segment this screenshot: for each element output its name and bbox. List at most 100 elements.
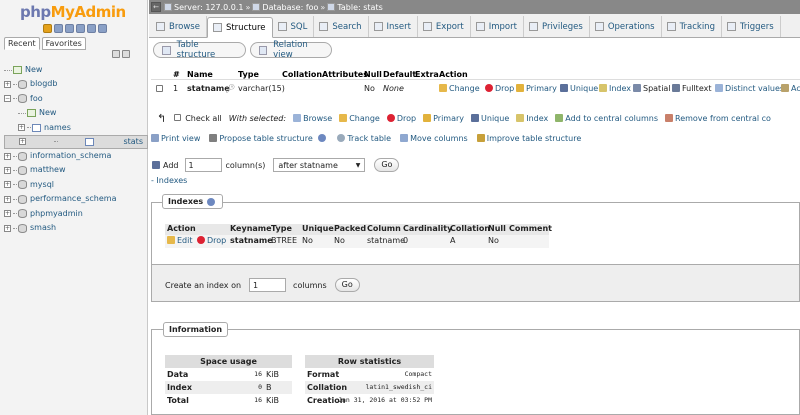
create-index-go-button[interactable]: Go	[334, 278, 360, 292]
tree-database-foo[interactable]: − foo	[4, 92, 148, 106]
collapse-icon[interactable]: −	[4, 95, 11, 103]
expand-icon[interactable]: +	[19, 138, 26, 146]
bulk-browse-button[interactable]: Browse	[293, 113, 332, 123]
tree-database-mysql[interactable]: + mysql	[4, 178, 148, 192]
idx-col-packed: Packed	[334, 224, 367, 233]
breadcrumb-separator: »	[320, 2, 326, 12]
table-structure-subtab[interactable]: Table structure	[153, 40, 246, 60]
index-drop-link[interactable]: Drop	[197, 236, 226, 245]
bulk-remove-central-button[interactable]: Remove from central co	[665, 113, 771, 123]
tab-privileges[interactable]: Privileges	[524, 16, 590, 37]
docs-icon[interactable]	[76, 24, 85, 33]
tab-insert[interactable]: Insert	[369, 16, 418, 37]
primary-action[interactable]: Primary	[516, 84, 557, 93]
column-count-input[interactable]: 1	[184, 158, 222, 172]
help-icon[interactable]	[318, 133, 327, 142]
expand-icon[interactable]: +	[4, 195, 11, 203]
sql-icon	[277, 22, 287, 31]
expand-icon[interactable]: +	[4, 81, 11, 89]
query-window-icon[interactable]	[65, 24, 74, 33]
add-column-go-button[interactable]: Go	[374, 158, 400, 172]
collapse-sidebar-icon[interactable]: ←	[151, 2, 161, 12]
database-icon	[18, 223, 27, 233]
reload-icon[interactable]	[98, 24, 107, 33]
drop-icon	[485, 84, 493, 92]
bulk-primary-button[interactable]: Primary	[423, 113, 464, 123]
col-header-null[interactable]: Null	[364, 70, 382, 79]
tab-tracking[interactable]: Tracking	[662, 16, 722, 37]
tree-database-performance_schema[interactable]: + performance_schema	[4, 192, 148, 206]
track-table-link[interactable]: Track table	[337, 133, 391, 143]
bulk-central-button[interactable]: Add to central columns	[555, 113, 658, 123]
bulk-unique-button[interactable]: Unique	[471, 113, 509, 123]
tab-import[interactable]: Import	[471, 16, 524, 37]
unique-action[interactable]: Unique	[560, 84, 598, 93]
expand-icon[interactable]: +	[4, 210, 11, 218]
tree-new-item[interactable]: New	[4, 106, 148, 120]
expand-icon[interactable]: +	[4, 224, 11, 232]
bulk-index-button[interactable]: Index	[516, 113, 548, 123]
tree-database-information_schema[interactable]: + information_schema	[4, 149, 148, 163]
tab-favorites[interactable]: Favorites	[41, 37, 86, 50]
col-header-collation[interactable]: Collation	[282, 70, 322, 79]
col-header-extra[interactable]: Extra	[415, 70, 439, 79]
collapse-all-icon[interactable]	[112, 50, 120, 58]
col-header-name[interactable]: Name	[187, 70, 213, 79]
bulk-drop-button[interactable]: Drop	[386, 113, 416, 123]
expand-icon[interactable]: +	[4, 181, 11, 189]
database-icon	[252, 3, 261, 11]
tab-operations[interactable]: Operations	[590, 16, 662, 37]
propose-structure-link[interactable]: Propose table structure	[209, 133, 328, 143]
col-header-type[interactable]: Type	[238, 70, 259, 79]
breadcrumb-server[interactable]: Server: 127.0.0.1	[174, 3, 244, 12]
tree-database-matthew[interactable]: + matthew	[4, 163, 148, 177]
tab-sql[interactable]: SQL	[273, 16, 315, 37]
phpmyadmin-logo[interactable]: phpMyAdmin	[20, 3, 126, 21]
fulltext-action[interactable]: Fulltext	[672, 84, 711, 93]
tree-database-phpmyadmin[interactable]: + phpmyadmin	[4, 207, 148, 221]
tree-database-blogdb[interactable]: + blogdb	[4, 77, 148, 91]
index-action[interactable]: Index	[599, 84, 631, 93]
expand-icon[interactable]: +	[18, 124, 25, 132]
tab-structure[interactable]: Structure	[206, 17, 273, 38]
expand-icon[interactable]: +	[4, 167, 11, 175]
help-icon[interactable]	[207, 197, 216, 206]
print-view-link[interactable]: Print view	[151, 133, 200, 143]
move-columns-link[interactable]: Move columns	[400, 133, 468, 143]
home-icon[interactable]	[43, 24, 52, 33]
breadcrumb-table[interactable]: Table: stats	[337, 3, 382, 12]
col-header-attributes[interactable]: Attributes	[322, 70, 368, 79]
spatial-action[interactable]: Spatial	[633, 84, 671, 93]
tab-browse[interactable]: Browse	[151, 16, 207, 37]
idx-unique: No	[302, 236, 313, 245]
index-edit-link[interactable]: Edit	[167, 236, 193, 245]
row-checkbox[interactable]	[156, 85, 163, 94]
more-action[interactable]: Ac	[781, 84, 800, 93]
col-header-default[interactable]: Default	[383, 70, 416, 79]
indexes-toggle-link[interactable]: - Indexes	[151, 176, 187, 185]
distinct-values-action[interactable]: Distinct values	[715, 84, 784, 93]
relation-view-subtab[interactable]: Relation view	[250, 40, 332, 60]
link-with-main-icon[interactable]	[122, 50, 130, 58]
column-position-select[interactable]: after statname ▼	[273, 158, 366, 172]
database-icon	[18, 166, 27, 176]
tree-table-names[interactable]: + names	[4, 121, 148, 135]
tab-triggers[interactable]: Triggers	[722, 16, 781, 37]
bulk-change-button[interactable]: Change	[339, 113, 380, 123]
logout-icon[interactable]	[54, 24, 63, 33]
drop-action[interactable]: Drop	[485, 84, 514, 93]
tab-search[interactable]: Search	[314, 16, 369, 37]
tree-database-smash[interactable]: + smash	[4, 221, 148, 235]
tree-table-stats[interactable]: + stats	[4, 134, 148, 149]
tab-export[interactable]: Export	[418, 16, 471, 37]
settings-icon[interactable]	[87, 24, 96, 33]
tree-new-item[interactable]: New	[4, 63, 148, 77]
tab-recent[interactable]: Recent	[4, 37, 40, 50]
space-row-index: Index 0 B	[165, 381, 292, 394]
check-all[interactable]: Check all	[174, 113, 222, 123]
change-action[interactable]: Change	[439, 84, 480, 93]
expand-icon[interactable]: +	[4, 152, 11, 160]
breadcrumb-database[interactable]: Database: foo	[262, 3, 318, 12]
index-columns-input[interactable]: 1	[249, 278, 287, 292]
improve-structure-link[interactable]: Improve table structure	[476, 133, 581, 143]
